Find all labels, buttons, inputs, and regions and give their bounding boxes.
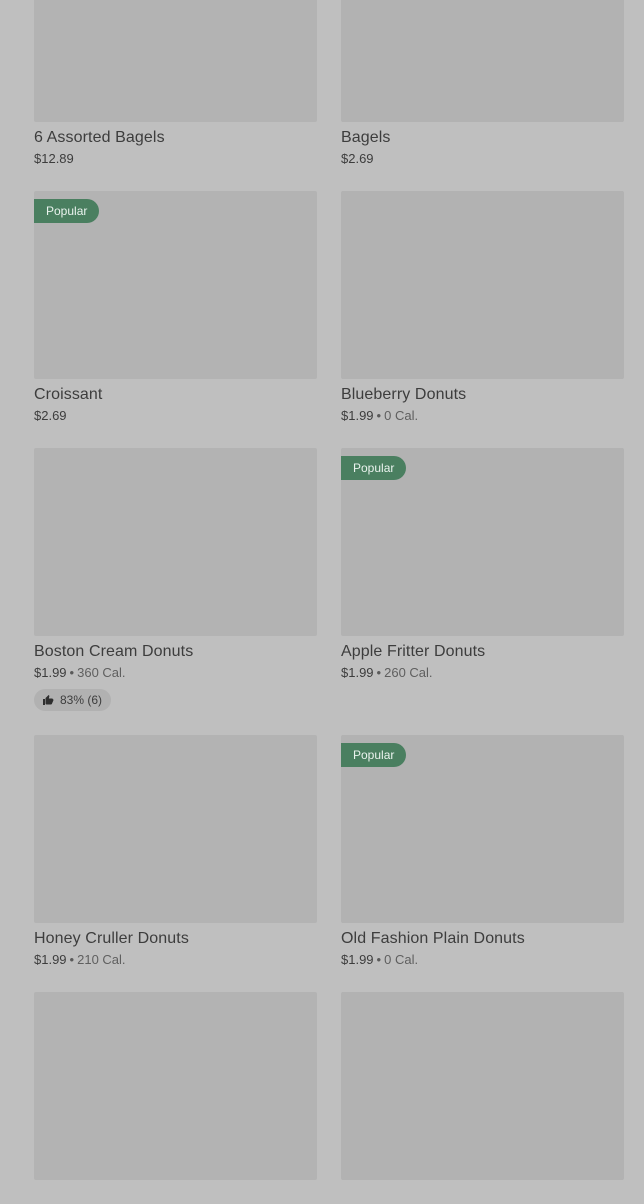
- menu-item-name: 6 Assorted Bagels: [34, 129, 165, 146]
- menu-item-price: $1.99: [34, 665, 67, 680]
- menu-item-price: $1.99: [341, 952, 374, 967]
- meta-separator: •: [376, 665, 382, 680]
- menu-item-card[interactable]: Boston Cream Donuts $1.99 • 360 Cal. 83% (…: [34, 448, 317, 735]
- menu-item-image[interactable]: [34, 448, 317, 636]
- popular-badge: Popular: [341, 743, 407, 767]
- menu-item-meta: $1.99 • 0 Cal.: [341, 952, 624, 968]
- menu-item-calories: 260 Cal.: [384, 665, 433, 680]
- menu-item-name: Honey Cruller Donuts: [34, 930, 189, 947]
- meta-separator: •: [376, 408, 382, 423]
- menu-item-meta: $1.99 • 0 Cal.: [341, 408, 624, 424]
- menu-item-meta: $1.99 • 210 Cal.: [34, 952, 317, 968]
- menu-item-image[interactable]: [341, 992, 624, 1180]
- menu-item-card[interactable]: Bagels $2.69: [341, 0, 624, 191]
- menu-item-image[interactable]: [34, 992, 317, 1180]
- menu-item-image[interactable]: [341, 0, 624, 122]
- menu-item-calories: 360 Cal.: [77, 665, 126, 680]
- menu-item-card[interactable]: [341, 992, 624, 1204]
- menu-item-calories: 0 Cal.: [384, 952, 419, 967]
- menu-item-meta: $1.99 • 260 Cal.: [341, 665, 624, 681]
- menu-item-image[interactable]: Popular: [341, 448, 624, 636]
- menu-item-name: Blueberry Donuts: [341, 386, 467, 403]
- menu-item-price: $2.69: [341, 151, 374, 166]
- menu-item-image[interactable]: [341, 191, 624, 379]
- menu-item-card[interactable]: Popular Croissant $2.69: [34, 191, 317, 448]
- menu-item-name: Bagels: [341, 129, 391, 146]
- popular-badge: Popular: [34, 199, 100, 223]
- menu-item-calories: 0 Cal.: [384, 408, 419, 423]
- menu-item-name: Old Fashion Plain Donuts: [341, 930, 525, 947]
- menu-item-image[interactable]: [34, 735, 317, 923]
- rating-text: 83% (6): [60, 693, 103, 707]
- menu-item-grid: 6 Assorted Bagels $12.89 Bagels $2.69 Po…: [34, 0, 624, 1204]
- meta-separator: •: [376, 952, 382, 967]
- menu-item-price: $12.89: [34, 151, 74, 166]
- menu-item-card[interactable]: [34, 992, 317, 1204]
- menu-item-calories: 210 Cal.: [77, 952, 126, 967]
- menu-item-meta: $2.69: [341, 151, 624, 167]
- menu-item-card[interactable]: Popular Old Fashion Plain Donuts $1.99 • 0…: [341, 735, 624, 992]
- meta-separator: •: [69, 665, 75, 680]
- menu-item-price: $1.99: [341, 665, 374, 680]
- menu-item-price: $2.69: [34, 408, 67, 423]
- menu-item-price: $1.99: [34, 952, 67, 967]
- menu-item-card[interactable]: Honey Cruller Donuts $1.99 • 210 Cal.: [34, 735, 317, 992]
- menu-item-image[interactable]: [34, 0, 317, 122]
- menu-item-card[interactable]: Popular Apple Fritter Donuts $1.99 • 260 C…: [341, 448, 624, 735]
- meta-separator: •: [69, 952, 75, 967]
- thumbs-up-icon: [43, 695, 54, 705]
- menu-item-image[interactable]: Popular: [34, 191, 317, 379]
- menu-item-card[interactable]: 6 Assorted Bagels $12.89: [34, 0, 317, 191]
- rating-badge: 83% (6): [34, 689, 112, 711]
- popular-badge: Popular: [341, 456, 407, 480]
- menu-item-meta: $12.89: [34, 151, 317, 167]
- menu-item-price: $1.99: [341, 408, 374, 423]
- menu-item-image[interactable]: Popular: [341, 735, 624, 923]
- menu-item-card[interactable]: Blueberry Donuts $1.99 • 0 Cal.: [341, 191, 624, 448]
- menu-item-name: Boston Cream Donuts: [34, 643, 194, 660]
- menu-item-meta: $1.99 • 360 Cal.: [34, 665, 317, 681]
- menu-item-meta: $2.69: [34, 408, 317, 424]
- menu-item-name: Apple Fritter Donuts: [341, 643, 486, 660]
- menu-item-name: Croissant: [34, 386, 103, 403]
